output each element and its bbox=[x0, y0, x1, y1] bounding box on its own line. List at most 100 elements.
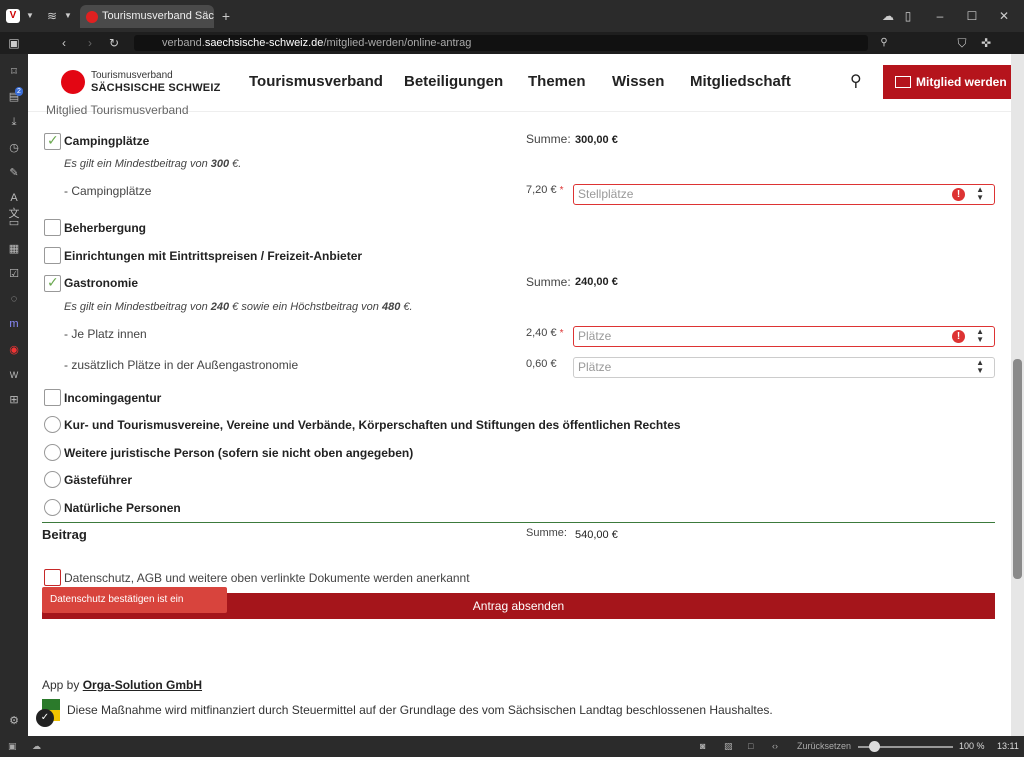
campingplaetze-label[interactable]: Campingplätze bbox=[64, 134, 149, 148]
chat-icon[interactable]: ◌ bbox=[6, 291, 22, 307]
gastronomie-checkbox[interactable] bbox=[44, 274, 61, 292]
chevron-down-icon[interactable]: ▼ bbox=[22, 9, 38, 23]
new-tab-icon[interactable]: + bbox=[218, 9, 234, 23]
close-icon[interactable]: ✕ bbox=[996, 9, 1012, 23]
page-scrollbar[interactable] bbox=[1011, 54, 1024, 736]
chevron-down-icon[interactable]: ▼ bbox=[60, 9, 76, 23]
campingplaetze-checkbox[interactable] bbox=[44, 132, 61, 150]
camping-note-min: 300 bbox=[210, 158, 230, 170]
sidebar-badge: 2 bbox=[15, 87, 23, 96]
plaetze-aussen-input[interactable]: Plätze ▲ ▼ bbox=[573, 357, 995, 378]
reload-icon[interactable]: ↻ bbox=[106, 36, 122, 50]
stellplaetze-input[interactable]: Stellplätze ! ▲ ▼ bbox=[573, 184, 995, 205]
nav-wissen[interactable]: Wissen bbox=[612, 73, 664, 90]
settings-icon[interactable]: ⚙ bbox=[6, 713, 22, 729]
sync-cloud-icon[interactable]: ☁ bbox=[32, 736, 41, 757]
search-icon[interactable]: ⚲ bbox=[850, 71, 870, 91]
radio-kur-tourismusvereine-label[interactable]: Kur- und Tourismusvereine, Vereine und V… bbox=[64, 418, 681, 432]
gastronomie-label[interactable]: Gastronomie bbox=[64, 276, 138, 290]
zoom-reset[interactable]: Zurücksetzen bbox=[797, 736, 851, 757]
radio-kur-tourismusvereine[interactable] bbox=[44, 416, 61, 433]
calendar-icon[interactable]: ▦ bbox=[6, 241, 22, 257]
tab-active[interactable]: Tourismusverband Sächsisch bbox=[80, 5, 214, 28]
nav-beteiligungen[interactable]: Beteiligungen bbox=[404, 73, 503, 90]
image-icon[interactable]: ▨ bbox=[724, 736, 733, 757]
minimize-icon[interactable]: – bbox=[932, 9, 948, 23]
history-icon[interactable]: ◷ bbox=[6, 140, 22, 156]
logo-icon[interactable] bbox=[61, 70, 85, 94]
add-panel-icon[interactable]: ⊞ bbox=[6, 392, 22, 408]
gastro-note-post: €. bbox=[400, 301, 413, 313]
radio-gaestefuehrer-label[interactable]: Gästeführer bbox=[64, 473, 132, 487]
gastro-note-mid: € sowie ein Höchstbeitrag von bbox=[229, 301, 382, 313]
gastro-sum-label: Summe: bbox=[526, 275, 571, 289]
url-input[interactable]: verband.saechsische-schweiz.de/mitglied-… bbox=[134, 35, 868, 51]
puzzle-icon[interactable]: ✜ bbox=[978, 36, 994, 50]
datenschutz-checkbox[interactable] bbox=[44, 569, 61, 586]
radio-natuerliche-personen-label[interactable]: Natürliche Personen bbox=[64, 501, 181, 515]
incomingagentur-label[interactable]: Incomingagentur bbox=[64, 391, 161, 405]
plaetze-innen-input[interactable]: Plätze ! ▲ ▼ bbox=[573, 326, 995, 347]
trash-icon[interactable]: ▯ bbox=[900, 9, 916, 23]
gastro-row2-label: - zusätzlich Plätze in der Außengastrono… bbox=[64, 358, 299, 372]
downloads-icon[interactable]: ⤓ bbox=[6, 114, 22, 130]
gastro-row2-price: 0,60 € bbox=[526, 358, 557, 370]
required-marker: * bbox=[559, 328, 564, 339]
panel-toggle-icon[interactable]: ▣ bbox=[6, 36, 22, 50]
translate-icon[interactable]: A文 bbox=[6, 190, 22, 220]
section-divider bbox=[42, 522, 995, 523]
forward-icon[interactable]: › bbox=[82, 36, 98, 50]
app-by-label: App by bbox=[42, 678, 83, 692]
stepper-icon[interactable]: ▲ ▼ bbox=[976, 359, 984, 375]
beherbergung-checkbox[interactable] bbox=[44, 219, 61, 236]
cloud-icon[interactable]: ☁ bbox=[880, 9, 896, 23]
camera-icon[interactable]: ◙ bbox=[700, 736, 705, 757]
window-icon[interactable]: □ bbox=[748, 736, 753, 757]
nav-mitgliedschaft[interactable]: Mitgliedschaft bbox=[690, 73, 791, 90]
radio-gaestefuehrer[interactable] bbox=[44, 471, 61, 488]
tab-stack-icon[interactable]: ≋ bbox=[44, 9, 60, 23]
url-prefix: verband. bbox=[162, 37, 205, 49]
shield-icon[interactable]: ⛉ bbox=[954, 36, 970, 50]
search-icon[interactable]: ⚲ bbox=[876, 36, 892, 50]
wikipedia-icon[interactable]: W bbox=[6, 367, 22, 383]
notes-icon[interactable]: ✎ bbox=[6, 165, 22, 181]
logo-line2[interactable]: SÄCHSISCHE SCHWEIZ bbox=[91, 82, 221, 94]
mitglied-werden-button[interactable]: Mitglied werden bbox=[883, 65, 1011, 99]
error-icon: ! bbox=[952, 330, 965, 343]
mastodon-icon[interactable]: m bbox=[6, 316, 22, 332]
scrollbar-thumb[interactable] bbox=[1013, 359, 1022, 579]
radio-juristische-person-label[interactable]: Weitere juristische Person (sofern sie n… bbox=[64, 446, 413, 460]
panel-icon[interactable]: ▣ bbox=[8, 736, 17, 757]
plaetze-aussen-placeholder: Plätze bbox=[578, 360, 612, 374]
einrichtungen-checkbox[interactable] bbox=[44, 247, 61, 264]
vivaldi-menu-icon[interactable]: V bbox=[6, 9, 20, 23]
camping-price: 7,20 € bbox=[526, 184, 557, 196]
datenschutz-label[interactable]: Datenschutz, AGB und weitere oben verlin… bbox=[64, 571, 470, 585]
tasks-icon[interactable]: ☑ bbox=[6, 266, 22, 282]
bookmarks-icon[interactable]: ⌑ bbox=[6, 64, 22, 80]
radio-natuerliche-personen[interactable] bbox=[44, 499, 61, 516]
logo-line1[interactable]: Tourismusverband bbox=[91, 70, 173, 81]
incomingagentur-checkbox[interactable] bbox=[44, 389, 61, 406]
radio-juristische-person[interactable] bbox=[44, 444, 61, 461]
stepper-icon[interactable]: ▲ ▼ bbox=[976, 186, 984, 202]
tab-bar: V ▼ ≋ ▼ Tourismusverband Sächsisch + ☁ ▯… bbox=[0, 0, 1024, 32]
shield-check-icon[interactable]: ✓ bbox=[36, 709, 54, 727]
stepper-icon[interactable]: ▲ ▼ bbox=[976, 328, 984, 344]
beherbergung-label[interactable]: Beherbergung bbox=[64, 221, 146, 235]
nav-themen[interactable]: Themen bbox=[528, 73, 586, 90]
beitrag-sum-label: Summe: bbox=[526, 527, 567, 539]
gastro-note-min: 240 bbox=[210, 301, 230, 313]
vivaldi-icon[interactable]: ◉ bbox=[6, 342, 22, 358]
nav-tourismusverband[interactable]: Tourismusverband bbox=[249, 73, 383, 90]
einrichtungen-label[interactable]: Einrichtungen mit Eintrittspreisen / Fre… bbox=[64, 249, 362, 263]
back-icon[interactable]: ‹ bbox=[56, 36, 72, 50]
orga-solution-link[interactable]: Orga-Solution GmbH bbox=[83, 678, 202, 692]
maximize-icon[interactable]: ☐ bbox=[964, 9, 980, 23]
gastro-row1-price: 2,40 € * bbox=[526, 327, 564, 339]
zoom-slider-thumb[interactable] bbox=[869, 741, 880, 752]
code-icon[interactable]: ‹› bbox=[772, 736, 778, 757]
camping-row-label: - Campingplätze bbox=[64, 184, 152, 198]
window-icon[interactable]: ▭ bbox=[6, 215, 22, 231]
